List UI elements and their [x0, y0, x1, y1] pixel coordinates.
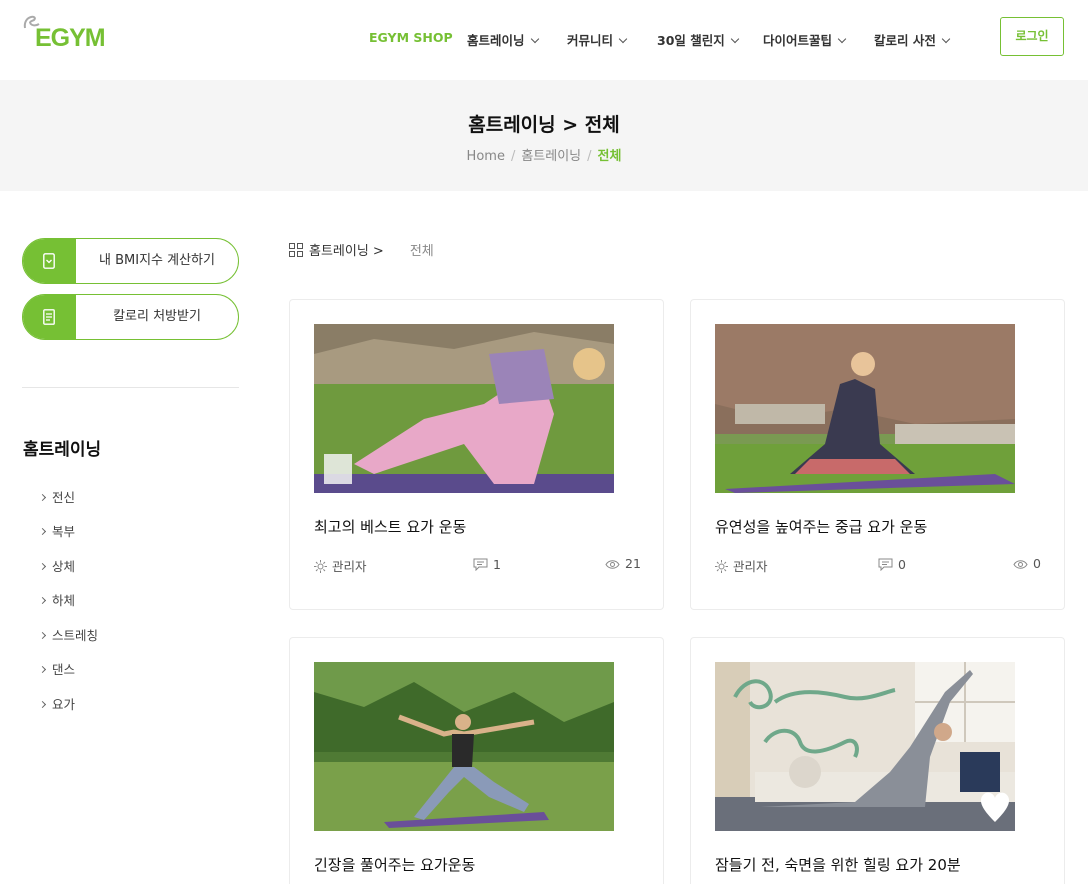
comment-icon: [878, 558, 893, 572]
comment-icon: [473, 558, 488, 572]
nav-diet-tips[interactable]: 다이어트꿀팁: [763, 30, 847, 49]
post-author-name: 관리자: [733, 559, 768, 574]
sidebar-item-dance[interactable]: 댄스: [38, 659, 76, 678]
content-path: 홈트레이닝 > 전체: [289, 240, 434, 259]
post-card: 긴장을 풀어주는 요가운동: [289, 637, 664, 884]
nav-community[interactable]: 커뮤니티: [567, 30, 628, 49]
chevron-down-icon: [837, 34, 847, 44]
login-button[interactable]: 로그인: [1000, 17, 1064, 56]
chevron-down-icon: [530, 34, 539, 44]
breadcrumb-current: 전체: [597, 149, 622, 164]
sidebar-item-label: 댄스: [52, 662, 76, 677]
chevron-right-icon: [38, 562, 47, 571]
post-views: 21: [605, 556, 641, 571]
nav-30day-challenge[interactable]: 30일 챌린지: [657, 30, 739, 49]
sidebar-item-label: 복부: [52, 524, 76, 539]
nav-label: 칼로리 사전: [874, 33, 936, 48]
post-views: 0: [1013, 556, 1041, 571]
post-thumbnail[interactable]: [314, 324, 614, 493]
sidebar-item-fullbody[interactable]: 전신: [38, 487, 76, 506]
chevron-right-icon: [38, 665, 47, 674]
path-category[interactable]: 홈트레이닝 >: [309, 244, 384, 259]
chevron-right-icon: [38, 700, 47, 709]
breadcrumb-separator: /: [587, 149, 592, 164]
post-comment-count: 0: [898, 557, 906, 572]
sidebar-item-label: 하체: [52, 593, 76, 608]
chevron-right-icon: [38, 493, 47, 502]
yoga-photo-1: [314, 324, 614, 493]
scale-icon: [43, 253, 55, 269]
post-thumbnail[interactable]: [715, 662, 1015, 831]
eye-icon: [605, 560, 620, 569]
nav-label: 30일 챌린지: [657, 33, 725, 48]
sidebar-divider: [22, 387, 239, 388]
nav-label: 다이어트꿀팁: [763, 33, 833, 48]
eye-icon: [1013, 560, 1028, 569]
post-card: 잠들기 전, 숙면을 위한 힐링 요가 20분: [690, 637, 1065, 884]
sidebar-item-label: 상체: [52, 559, 76, 574]
nav-egym-shop[interactable]: EGYM SHOP: [369, 30, 453, 45]
calorie-button-label: 칼로리 처방받기: [113, 309, 201, 324]
sun-icon: [314, 560, 327, 573]
yoga-photo-2: [715, 324, 1015, 493]
sidebar-item-upper-body[interactable]: 상체: [38, 556, 76, 575]
sidebar-item-stretching[interactable]: 스트레칭: [38, 625, 99, 644]
post-thumbnail[interactable]: [715, 324, 1015, 493]
bmi-icon-box: [23, 239, 76, 283]
chevron-down-icon: [941, 34, 951, 44]
post-view-count: 0: [1033, 556, 1041, 571]
chevron-right-icon: [38, 631, 47, 640]
sidebar-item-label: 스트레칭: [52, 628, 99, 643]
post-title[interactable]: 유연성을 높여주는 중급 요가 운동: [715, 516, 927, 537]
breadcrumb-separator: /: [510, 149, 516, 164]
sidebar-item-abs[interactable]: 복부: [38, 521, 76, 540]
site-header: EGYM EGYM SHOP 홈트레이닝 커뮤니티 30일 챌린지 다이어트꿀팁…: [0, 0, 1088, 80]
chevron-down-icon: [618, 34, 628, 44]
breadcrumb-home-training[interactable]: 홈트레이닝: [521, 149, 581, 164]
egym-logo[interactable]: EGYM: [22, 14, 112, 54]
post-title[interactable]: 긴장을 풀어주는 요가운동: [314, 854, 475, 875]
breadcrumb-home[interactable]: Home: [467, 149, 505, 164]
sidebar-category-title: 홈트레이닝: [23, 440, 102, 460]
post-thumbnail[interactable]: [314, 662, 614, 831]
post-comments: 1: [473, 556, 501, 572]
calorie-prescription-button[interactable]: 칼로리 처방받기: [22, 294, 239, 340]
nav-calorie-dictionary[interactable]: 칼로리 사전: [874, 30, 951, 49]
bmi-calculator-button[interactable]: 내 BMI지수 계산하기: [22, 238, 239, 284]
page-banner: 홈트레이닝 > 전체 Home / 홈트레이닝 / 전체: [0, 80, 1088, 191]
nav-label: 커뮤니티: [567, 33, 614, 48]
sun-icon: [715, 560, 728, 573]
sidebar-item-label: 요가: [52, 697, 76, 712]
post-title[interactable]: 잠들기 전, 숙면을 위한 힐링 요가 20분: [715, 854, 961, 875]
post-author: 관리자: [314, 556, 367, 575]
logo-text: EGYM: [35, 24, 106, 52]
nav-home-training[interactable]: 홈트레이닝: [467, 30, 539, 49]
page-title: 홈트레이닝 > 전체: [468, 114, 620, 136]
post-comment-count: 1: [493, 557, 501, 572]
yoga-photo-3: [314, 662, 614, 831]
breadcrumb: Home / 홈트레이닝 / 전체: [0, 145, 1088, 164]
chevron-down-icon: [730, 34, 739, 44]
post-view-count: 21: [625, 556, 641, 571]
bmi-button-label: 내 BMI지수 계산하기: [99, 253, 215, 268]
nav-label: 홈트레이닝: [467, 33, 525, 48]
sidebar-item-label: 전신: [52, 490, 76, 505]
chevron-right-icon: [38, 596, 47, 605]
path-current: 전체: [409, 244, 434, 259]
grid-icon: [289, 243, 303, 257]
post-card: 최고의 베스트 요가 운동 관리자 1 21: [289, 299, 664, 610]
calorie-icon-box: [23, 295, 76, 339]
sidebar-item-yoga[interactable]: 요가: [38, 694, 76, 713]
sidebar-item-lower-body[interactable]: 하체: [38, 590, 76, 609]
post-card: 유연성을 높여주는 중급 요가 운동 관리자 0 0: [690, 299, 1065, 610]
post-author: 관리자: [715, 556, 768, 575]
document-icon: [43, 309, 55, 325]
post-comments: 0: [878, 556, 906, 572]
post-author-name: 관리자: [332, 559, 367, 574]
yoga-photo-4: [715, 662, 1015, 831]
chevron-right-icon: [38, 527, 47, 536]
post-title[interactable]: 최고의 베스트 요가 운동: [314, 516, 466, 537]
